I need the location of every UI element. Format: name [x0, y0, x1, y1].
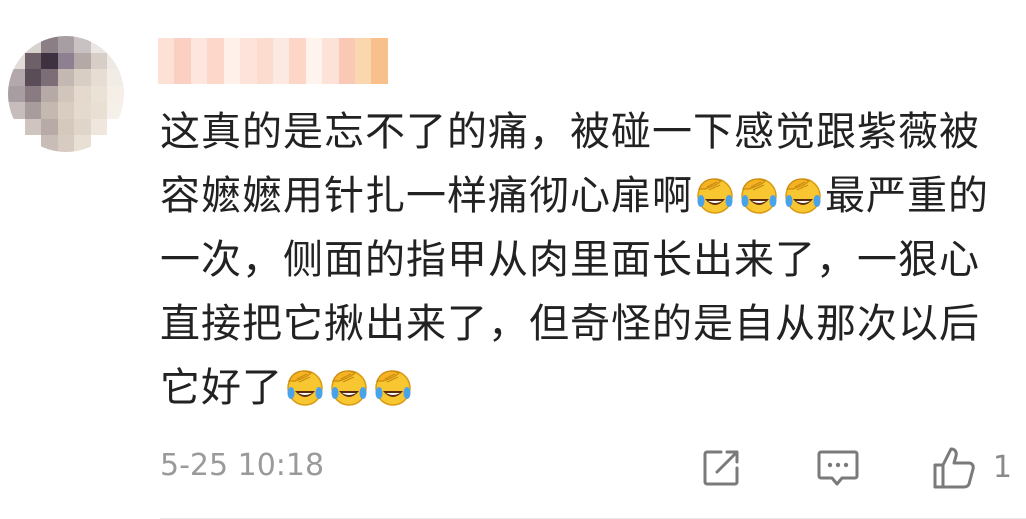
- facepalm-cry-emoji: [373, 362, 413, 406]
- username-blurred[interactable]: [158, 38, 388, 84]
- facepalm-cry-emoji: [329, 362, 369, 406]
- facepalm-cry-emoji: [783, 170, 823, 214]
- like-count: 1: [992, 450, 1012, 485]
- reply-button[interactable]: [815, 446, 861, 490]
- comment-item: 这真的是忘不了的痛，被碰一下感觉跟紫薇被容嬷嬷用针扎一样痛彻心扉啊 最严重的一次，…: [0, 0, 1026, 519]
- facepalm-cry-emoji: [739, 170, 779, 214]
- share-button[interactable]: [699, 446, 743, 490]
- comment-bubble-icon: [817, 450, 859, 486]
- comment-timestamp: 5-25 10:18: [160, 448, 325, 483]
- facepalm-cry-emoji: [695, 170, 735, 214]
- thumbs-up-icon: [933, 447, 975, 489]
- facepalm-cry-emoji: [285, 362, 325, 406]
- comment-actions: 1: [699, 444, 1012, 492]
- avatar[interactable]: [8, 36, 124, 152]
- comment-content: 这真的是忘不了的痛，被碰一下感觉跟紫薇被容嬷嬷用针扎一样痛彻心扉啊 最严重的一次，…: [160, 100, 1010, 420]
- like-button[interactable]: 1: [931, 445, 1012, 491]
- share-edit-icon: [703, 450, 739, 486]
